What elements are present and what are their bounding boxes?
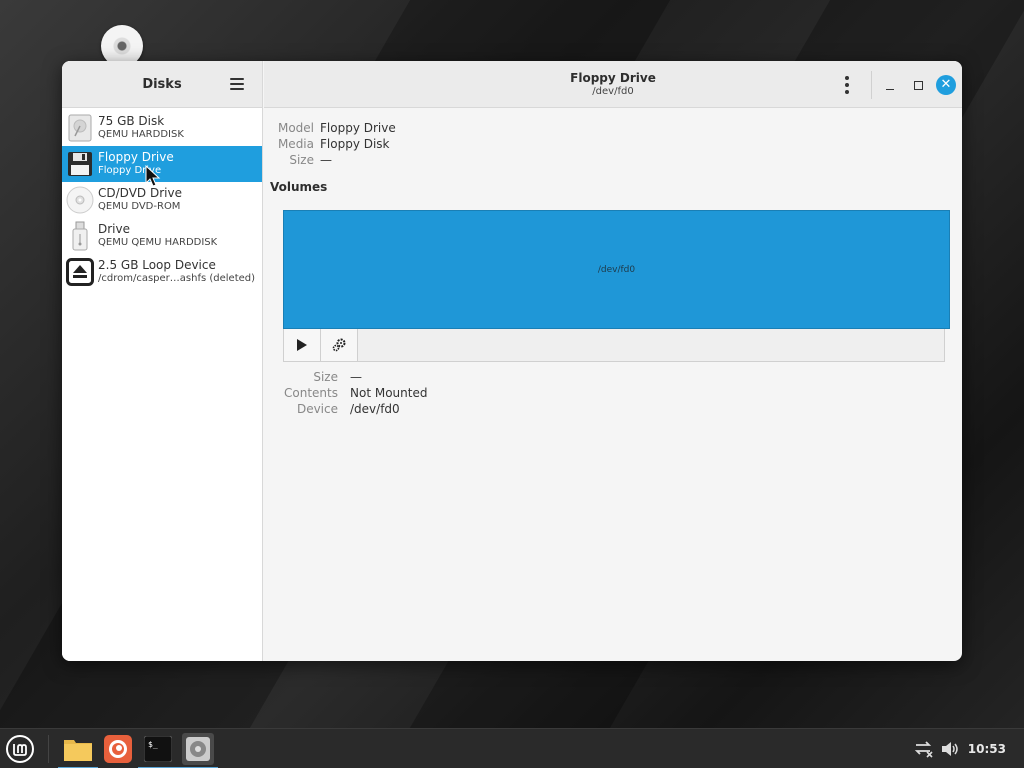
disk-model: QEMU QEMU HARDDISK	[98, 237, 218, 248]
maximize-button[interactable]	[908, 75, 928, 95]
sidebar-title: Disks	[142, 76, 182, 92]
taskbar: $_ 10:53	[0, 728, 1024, 768]
volumes-heading: Volumes	[270, 180, 328, 194]
taskbar-divider	[48, 735, 49, 763]
usb-drive-icon	[66, 221, 94, 251]
disk-model: QEMU HARDDISK	[98, 129, 184, 140]
volume-size-label: Size	[313, 370, 338, 384]
volume-properties: Size — Contents Not Mounted Device /dev/…	[276, 369, 427, 417]
disk-model: /cdrom/casper…ashfs (deleted)	[98, 273, 256, 284]
mouse-cursor-icon	[145, 165, 161, 187]
close-button[interactable]: ✕	[936, 75, 956, 95]
disks-app-icon[interactable]	[178, 733, 218, 768]
volume-label: /dev/fd0	[597, 264, 636, 275]
firefox-icon[interactable]	[102, 733, 134, 765]
disk-item-loop[interactable]: 2.5 GB Loop Device /cdrom/casper…ashfs (…	[62, 254, 262, 290]
sidebar-header: Disks	[62, 61, 262, 108]
system-tray: 10:53	[912, 729, 1024, 768]
disk-name: 2.5 GB Loop Device	[98, 258, 216, 272]
model-label: Model	[277, 121, 314, 135]
disk-item-75gb[interactable]: 75 GB Disk QEMU HARDDISK	[62, 110, 262, 146]
hard-disk-icon	[66, 113, 94, 143]
drive-title: Floppy Drive	[570, 70, 656, 85]
floppy-icon	[66, 149, 94, 179]
size-label: Size	[289, 153, 314, 167]
disk-model: Floppy Drive	[98, 165, 162, 176]
network-icon[interactable]	[912, 740, 934, 758]
disk-item-drive[interactable]: Drive QEMU QEMU HARDDISK	[62, 218, 262, 254]
sidebar: Disks 75 GB Disk QEMU HARDDISK Floppy Dr…	[62, 61, 263, 661]
device-value: /dev/fd0	[350, 402, 400, 416]
contents-label: Contents	[284, 386, 338, 400]
header-divider	[871, 71, 872, 99]
play-icon	[297, 339, 307, 351]
device-label: Device	[296, 402, 338, 416]
start-menu-icon[interactable]	[4, 733, 36, 765]
volume-size-value: —	[350, 370, 362, 384]
drive-content: Model Floppy Drive Media Floppy Disk Siz…	[264, 108, 962, 194]
clock[interactable]: 10:53	[968, 742, 1006, 756]
disk-name: Floppy Drive	[98, 150, 174, 164]
file-manager-icon[interactable]	[58, 733, 98, 768]
hamburger-menu-icon[interactable]	[230, 78, 244, 90]
contents-value: Not Mounted	[350, 386, 428, 400]
media-label: Media	[277, 137, 314, 151]
main-panel: Floppy Drive /dev/fd0 ✕ Model Floppy Dri…	[264, 61, 962, 661]
disk-item-floppy[interactable]: Floppy Drive Floppy Drive	[62, 146, 262, 182]
disk-item-cd-dvd[interactable]: CD/DVD Drive QEMU DVD-ROM	[62, 182, 262, 218]
volume-settings-button[interactable]	[321, 329, 358, 361]
drive-subtitle: /dev/fd0	[592, 85, 634, 97]
model-value: Floppy Drive	[320, 121, 396, 135]
disk-name: CD/DVD Drive	[98, 186, 182, 200]
disk-name: Drive	[98, 222, 130, 236]
disk-model: QEMU DVD-ROM	[98, 201, 181, 212]
gears-icon	[332, 338, 346, 352]
volume-partition[interactable]: /dev/fd0	[283, 210, 950, 329]
disks-window: Disks 75 GB Disk QEMU HARDDISK Floppy Dr…	[62, 61, 962, 661]
drive-properties: Model Floppy Drive Media Floppy Disk Siz…	[270, 120, 962, 168]
terminal-icon[interactable]: $_	[138, 733, 178, 768]
disk-list: 75 GB Disk QEMU HARDDISK Floppy Drive Fl…	[62, 108, 262, 290]
media-value: Floppy Disk	[320, 137, 390, 151]
eject-icon	[66, 257, 94, 287]
header-bar: Floppy Drive /dev/fd0 ✕	[264, 61, 962, 108]
minimize-button[interactable]	[880, 75, 900, 95]
mount-button[interactable]	[284, 329, 321, 361]
disk-name: 75 GB Disk	[98, 114, 165, 128]
volume-toolbar	[283, 329, 945, 362]
optical-drive-icon	[66, 185, 94, 215]
size-value: —	[320, 153, 332, 167]
drive-menu-icon[interactable]	[844, 76, 850, 94]
svg-text:$_: $_	[148, 740, 158, 749]
volume-icon[interactable]	[940, 740, 960, 758]
